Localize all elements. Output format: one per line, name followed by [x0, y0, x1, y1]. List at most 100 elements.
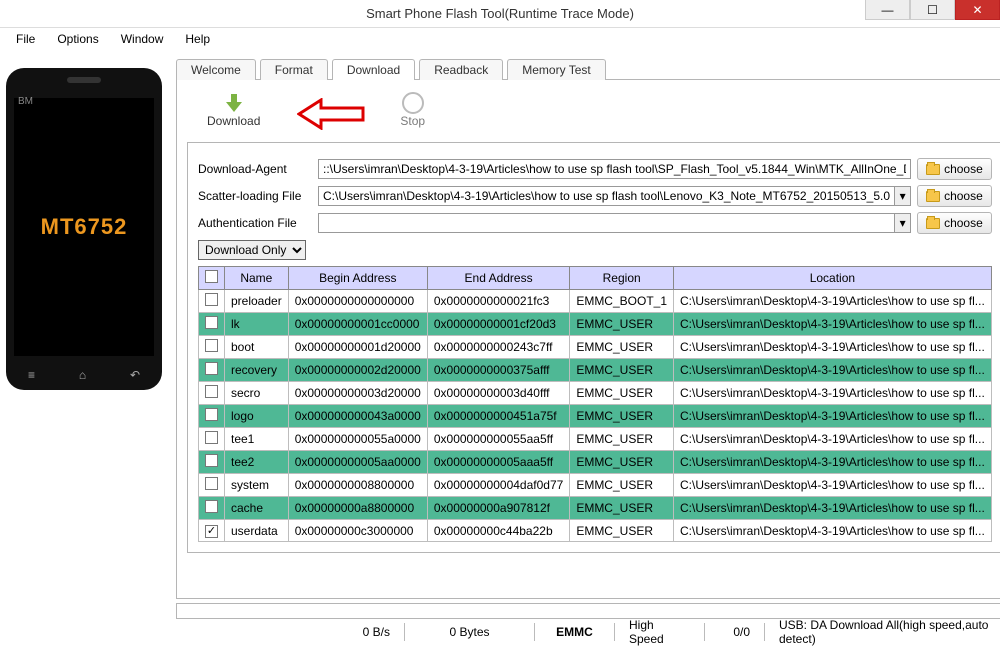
- auth-choose-button[interactable]: choose: [917, 212, 992, 234]
- cell-begin: 0x0000000000000000: [288, 290, 427, 313]
- tab-format[interactable]: Format: [260, 59, 328, 80]
- cell-begin: 0x00000000a8800000: [288, 497, 427, 520]
- download-arrow-icon: [222, 92, 246, 114]
- cell-location: C:\Users\imran\Desktop\4-3-19\Articles\h…: [674, 313, 992, 336]
- row-checkbox[interactable]: [205, 316, 218, 329]
- row-checkbox[interactable]: [205, 431, 218, 444]
- tab-download[interactable]: Download: [332, 59, 415, 80]
- row-checkbox[interactable]: [205, 362, 218, 375]
- cell-location: C:\Users\imran\Desktop\4-3-19\Articles\h…: [674, 474, 992, 497]
- cell-name: userdata: [225, 520, 289, 542]
- chevron-down-icon[interactable]: ▾: [894, 187, 910, 205]
- status-storage: EMMC: [534, 623, 614, 641]
- cell-location: C:\Users\imran\Desktop\4-3-19\Articles\h…: [674, 428, 992, 451]
- auth-path-input[interactable]: [319, 214, 894, 232]
- table-row[interactable]: tee10x000000000055a00000x000000000055aa5…: [199, 428, 992, 451]
- download-button[interactable]: Download: [207, 92, 260, 128]
- header-region[interactable]: Region: [570, 267, 674, 290]
- row-checkbox[interactable]: [205, 339, 218, 352]
- stop-button[interactable]: Stop: [400, 92, 425, 128]
- cell-location: C:\Users\imran\Desktop\4-3-19\Articles\h…: [674, 405, 992, 428]
- scatter-choose-button[interactable]: choose: [917, 185, 992, 207]
- table-row[interactable]: logo0x000000000043a00000x0000000000451a7…: [199, 405, 992, 428]
- status-bar: 0 B/s 0 Bytes EMMC High Speed 0/0 USB: D…: [168, 619, 1000, 641]
- row-checkbox[interactable]: [205, 454, 218, 467]
- cell-location: C:\Users\imran\Desktop\4-3-19\Articles\h…: [674, 451, 992, 474]
- table-row[interactable]: lk0x00000000001cc00000x00000000001cf20d3…: [199, 313, 992, 336]
- cell-begin: 0x00000000001cc0000: [288, 313, 427, 336]
- download-panel: Download Stop Download-Agent choose: [176, 79, 1000, 599]
- table-row[interactable]: tee20x00000000005aa00000x00000000005aaa5…: [199, 451, 992, 474]
- cell-location: C:\Users\imran\Desktop\4-3-19\Articles\h…: [674, 290, 992, 313]
- cell-begin: 0x0000000008800000: [288, 474, 427, 497]
- tabstrip: Welcome Format Download Readback Memory …: [176, 58, 1000, 79]
- partition-table: Name Begin Address End Address Region Lo…: [198, 266, 992, 542]
- scatter-path-dropdown[interactable]: ▾: [318, 186, 911, 206]
- cell-location: C:\Users\imran\Desktop\4-3-19\Articles\h…: [674, 497, 992, 520]
- row-checkbox[interactable]: [205, 500, 218, 513]
- folder-icon: [926, 191, 940, 202]
- row-checkbox[interactable]: [205, 385, 218, 398]
- da-choose-button[interactable]: choose: [917, 158, 992, 180]
- chevron-down-icon[interactable]: ▾: [894, 214, 910, 232]
- cell-name: boot: [225, 336, 289, 359]
- cell-end: 0x0000000000375afff: [427, 359, 569, 382]
- chip-label: MT6752: [41, 214, 128, 240]
- close-button[interactable]: ✕: [955, 0, 1000, 20]
- menu-help[interactable]: Help: [175, 30, 220, 48]
- cell-name: system: [225, 474, 289, 497]
- minimize-button[interactable]: —: [865, 0, 910, 20]
- cell-name: cache: [225, 497, 289, 520]
- table-row[interactable]: system0x00000000088000000x00000000004daf…: [199, 474, 992, 497]
- menu-options[interactable]: Options: [47, 30, 108, 48]
- status-usb: USB: DA Download All(high speed,auto det…: [764, 623, 1000, 641]
- cell-region: EMMC_USER: [570, 451, 674, 474]
- table-row[interactable]: preloader0x00000000000000000x00000000000…: [199, 290, 992, 313]
- tab-welcome[interactable]: Welcome: [176, 59, 256, 80]
- tab-readback[interactable]: Readback: [419, 59, 503, 80]
- auth-label: Authentication File: [198, 216, 312, 230]
- row-checkbox[interactable]: [205, 477, 218, 490]
- row-checkbox[interactable]: [205, 525, 218, 538]
- phone-nav-icons: ≡⌂↶: [6, 368, 162, 382]
- menu-window[interactable]: Window: [111, 30, 174, 48]
- folder-icon: [926, 218, 940, 229]
- table-row[interactable]: cache0x00000000a88000000x00000000a907812…: [199, 497, 992, 520]
- cell-location: C:\Users\imran\Desktop\4-3-19\Articles\h…: [674, 382, 992, 405]
- header-end[interactable]: End Address: [427, 267, 569, 290]
- cell-begin: 0x00000000002d20000: [288, 359, 427, 382]
- cell-region: EMMC_USER: [570, 497, 674, 520]
- table-row[interactable]: secro0x00000000003d200000x00000000003d40…: [199, 382, 992, 405]
- row-checkbox[interactable]: [205, 408, 218, 421]
- cell-begin: 0x00000000003d20000: [288, 382, 427, 405]
- cell-name: secro: [225, 382, 289, 405]
- row-checkbox[interactable]: [205, 293, 218, 306]
- tab-memory-test[interactable]: Memory Test: [507, 59, 605, 80]
- header-name[interactable]: Name: [225, 267, 289, 290]
- menu-file[interactable]: File: [6, 30, 45, 48]
- cell-region: EMMC_USER: [570, 405, 674, 428]
- cell-name: tee2: [225, 451, 289, 474]
- header-location[interactable]: Location: [674, 267, 992, 290]
- maximize-button[interactable]: ☐: [910, 0, 955, 20]
- scatter-path-input[interactable]: [319, 187, 894, 205]
- cell-begin: 0x000000000043a0000: [288, 405, 427, 428]
- table-row[interactable]: boot0x00000000001d200000x0000000000243c7…: [199, 336, 992, 359]
- da-path-input[interactable]: [318, 159, 911, 179]
- cell-begin: 0x00000000001d20000: [288, 336, 427, 359]
- table-row[interactable]: recovery0x00000000002d200000x00000000003…: [199, 359, 992, 382]
- red-arrow-annotation: [297, 98, 365, 130]
- cell-begin: 0x00000000005aa0000: [288, 451, 427, 474]
- titlebar: Smart Phone Flash Tool(Runtime Trace Mod…: [0, 0, 1000, 28]
- auth-path-dropdown[interactable]: ▾: [318, 213, 911, 233]
- table-row[interactable]: userdata0x00000000c30000000x00000000c44b…: [199, 520, 992, 542]
- cell-end: 0x000000000055aa5ff: [427, 428, 569, 451]
- cell-name: lk: [225, 313, 289, 336]
- cell-region: EMMC_USER: [570, 336, 674, 359]
- header-begin[interactable]: Begin Address: [288, 267, 427, 290]
- mode-dropdown[interactable]: Download Only: [198, 240, 306, 260]
- cell-region: EMMC_USER: [570, 382, 674, 405]
- cell-region: EMMC_USER: [570, 428, 674, 451]
- header-checkbox[interactable]: [199, 267, 225, 290]
- cell-end: 0x00000000004daf0d77: [427, 474, 569, 497]
